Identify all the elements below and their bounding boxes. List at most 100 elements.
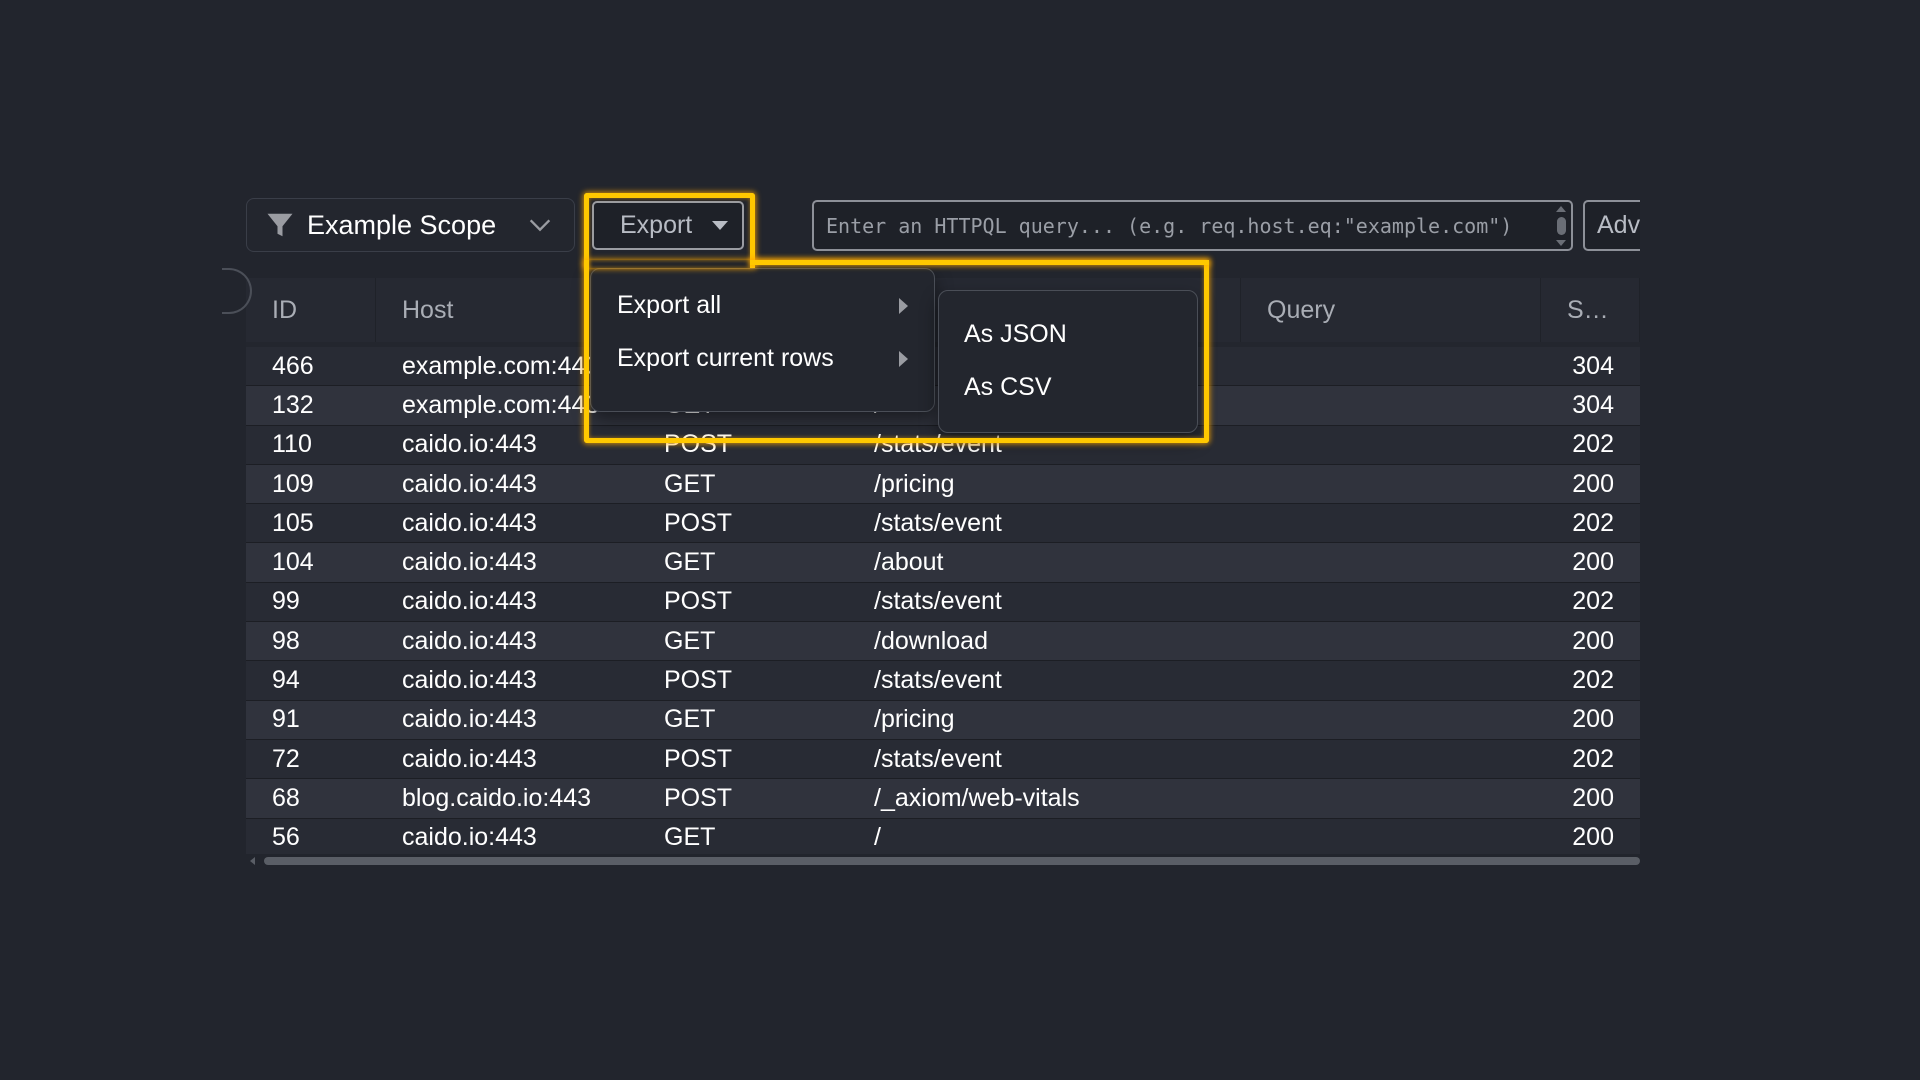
- filter-icon: [267, 213, 293, 237]
- cell-status: 200: [1572, 783, 1614, 812]
- cell-path: /: [874, 823, 881, 852]
- cell-id: 104: [272, 548, 314, 577]
- cell-method: POST: [664, 508, 733, 537]
- cell-path: /_axiom/web-vitals: [874, 783, 1080, 812]
- column-header-status[interactable]: S…: [1541, 278, 1640, 342]
- cell-path: /stats/event: [874, 430, 1002, 459]
- cell-status: 202: [1572, 508, 1614, 537]
- menu-item-label: Export all: [617, 291, 722, 319]
- export-button[interactable]: Export: [592, 201, 744, 250]
- cell-method: GET: [664, 705, 716, 734]
- cell-id: 91: [272, 705, 300, 734]
- menu-item-label: As JSON: [964, 320, 1067, 348]
- cell-path: /stats/event: [874, 508, 1002, 537]
- export-menu: Export all Export current rows: [590, 268, 935, 412]
- cell-host: caido.io:443: [402, 508, 537, 537]
- table-row[interactable]: 72 caido.io:443 POST/stats/event 202: [246, 739, 1640, 780]
- cell-host: caido.io:443: [402, 548, 537, 577]
- menu-item-export-all[interactable]: Export all: [591, 279, 934, 332]
- cell-path: /about: [874, 548, 944, 577]
- cell-status: 200: [1572, 705, 1614, 734]
- cell-method: POST: [664, 783, 733, 812]
- cell-status: 200: [1572, 469, 1614, 498]
- scrollbar-thumb[interactable]: [264, 857, 1640, 865]
- cell-method: GET: [664, 548, 716, 577]
- cell-path: /pricing: [874, 469, 955, 498]
- export-button-label: Export: [620, 211, 693, 239]
- scrollbar-thumb[interactable]: [1556, 217, 1566, 235]
- table-row[interactable]: 91 caido.io:443 GET/pricing 200: [246, 700, 1640, 740]
- export-submenu: As JSON As CSV: [938, 290, 1198, 433]
- horizontal-scrollbar[interactable]: [246, 854, 1640, 868]
- menu-item-label: Export current rows: [617, 344, 834, 372]
- cell-host: caido.io:443: [402, 666, 537, 695]
- cell-method: POST: [664, 430, 733, 459]
- table-row[interactable]: 104 caido.io:443 GET/about 200: [246, 543, 1640, 583]
- cell-status: 304: [1572, 390, 1614, 419]
- menu-item-as-csv[interactable]: As CSV: [939, 361, 1197, 414]
- scroll-up-icon[interactable]: [1556, 206, 1566, 212]
- submenu-arrow-icon: [899, 350, 908, 367]
- column-header-query[interactable]: Query: [1241, 278, 1541, 342]
- table-row[interactable]: 99 caido.io:443 POST/stats/event 202: [246, 582, 1640, 623]
- cell-status: 200: [1572, 548, 1614, 577]
- cell-status: 200: [1572, 823, 1614, 852]
- cell-id: 98: [272, 626, 300, 655]
- cell-host: caido.io:443: [402, 469, 537, 498]
- cell-method: GET: [664, 626, 716, 655]
- caret-down-icon: [712, 221, 728, 230]
- table-row[interactable]: 56 caido.io:443 GET / 200: [246, 818, 1640, 858]
- cell-status: 202: [1572, 587, 1614, 616]
- query-scrollbar[interactable]: [1555, 206, 1567, 246]
- scope-label: Example Scope: [307, 209, 497, 240]
- table-row[interactable]: 105 caido.io:443 POST/stats/event 202: [246, 504, 1640, 544]
- cell-host: caido.io:443: [402, 744, 537, 773]
- cell-status: 202: [1572, 744, 1614, 773]
- column-header-id[interactable]: ID: [246, 278, 376, 342]
- cell-id: 72: [272, 744, 300, 773]
- cell-id: 99: [272, 587, 300, 616]
- cell-status: 202: [1572, 666, 1614, 695]
- menu-item-label: As CSV: [964, 373, 1052, 401]
- cell-path: /stats/event: [874, 666, 1002, 695]
- cell-method: GET: [664, 823, 716, 852]
- cell-method: POST: [664, 666, 733, 695]
- cell-method: POST: [664, 587, 733, 616]
- cell-host: caido.io:443: [402, 705, 537, 734]
- cell-host: caido.io:443: [402, 430, 537, 459]
- httpql-query-field[interactable]: [812, 200, 1573, 251]
- cell-host: blog.caido.io:443: [402, 783, 592, 812]
- cell-id: 56: [272, 823, 300, 852]
- table-row[interactable]: 109 caido.io:443 GET/pricing 200: [246, 464, 1640, 505]
- viewport-clip: [1640, 0, 1920, 1080]
- menu-item-export-current-rows[interactable]: Export current rows: [591, 332, 934, 385]
- cell-path: /stats/event: [874, 587, 1002, 616]
- cell-id: 132: [272, 390, 314, 419]
- cell-path: /pricing: [874, 705, 955, 734]
- cell-path: /stats/event: [874, 744, 1002, 773]
- cell-status: 200: [1572, 626, 1614, 655]
- cell-status: 304: [1572, 351, 1614, 380]
- scroll-left-icon[interactable]: [250, 857, 255, 865]
- cell-host: caido.io:443: [402, 587, 537, 616]
- cell-id: 94: [272, 666, 300, 695]
- menu-item-as-json[interactable]: As JSON: [939, 308, 1197, 361]
- table-row[interactable]: 94 caido.io:443 POST/stats/event 202: [246, 661, 1640, 701]
- submenu-arrow-icon: [899, 297, 908, 314]
- cell-status: 202: [1572, 430, 1614, 459]
- cell-id: 68: [272, 783, 300, 812]
- cell-id: 109: [272, 469, 314, 498]
- cell-method: POST: [664, 744, 733, 773]
- cell-method: GET: [664, 469, 716, 498]
- chevron-down-icon: [529, 219, 551, 232]
- httpql-query-input[interactable]: [814, 202, 1544, 249]
- table-row[interactable]: 98 caido.io:443 GET/download 200: [246, 622, 1640, 662]
- cell-path: /download: [874, 626, 988, 655]
- scope-selector[interactable]: Example Scope: [246, 198, 575, 252]
- highlight-outline: [750, 260, 1209, 265]
- cell-id: 110: [272, 430, 312, 459]
- table-row[interactable]: 68 blog.caido.io:443 POST /_axiom/web-vital…: [246, 779, 1640, 819]
- cell-id: 105: [272, 508, 314, 537]
- scroll-down-icon[interactable]: [1556, 240, 1566, 246]
- cell-host: caido.io:443: [402, 626, 537, 655]
